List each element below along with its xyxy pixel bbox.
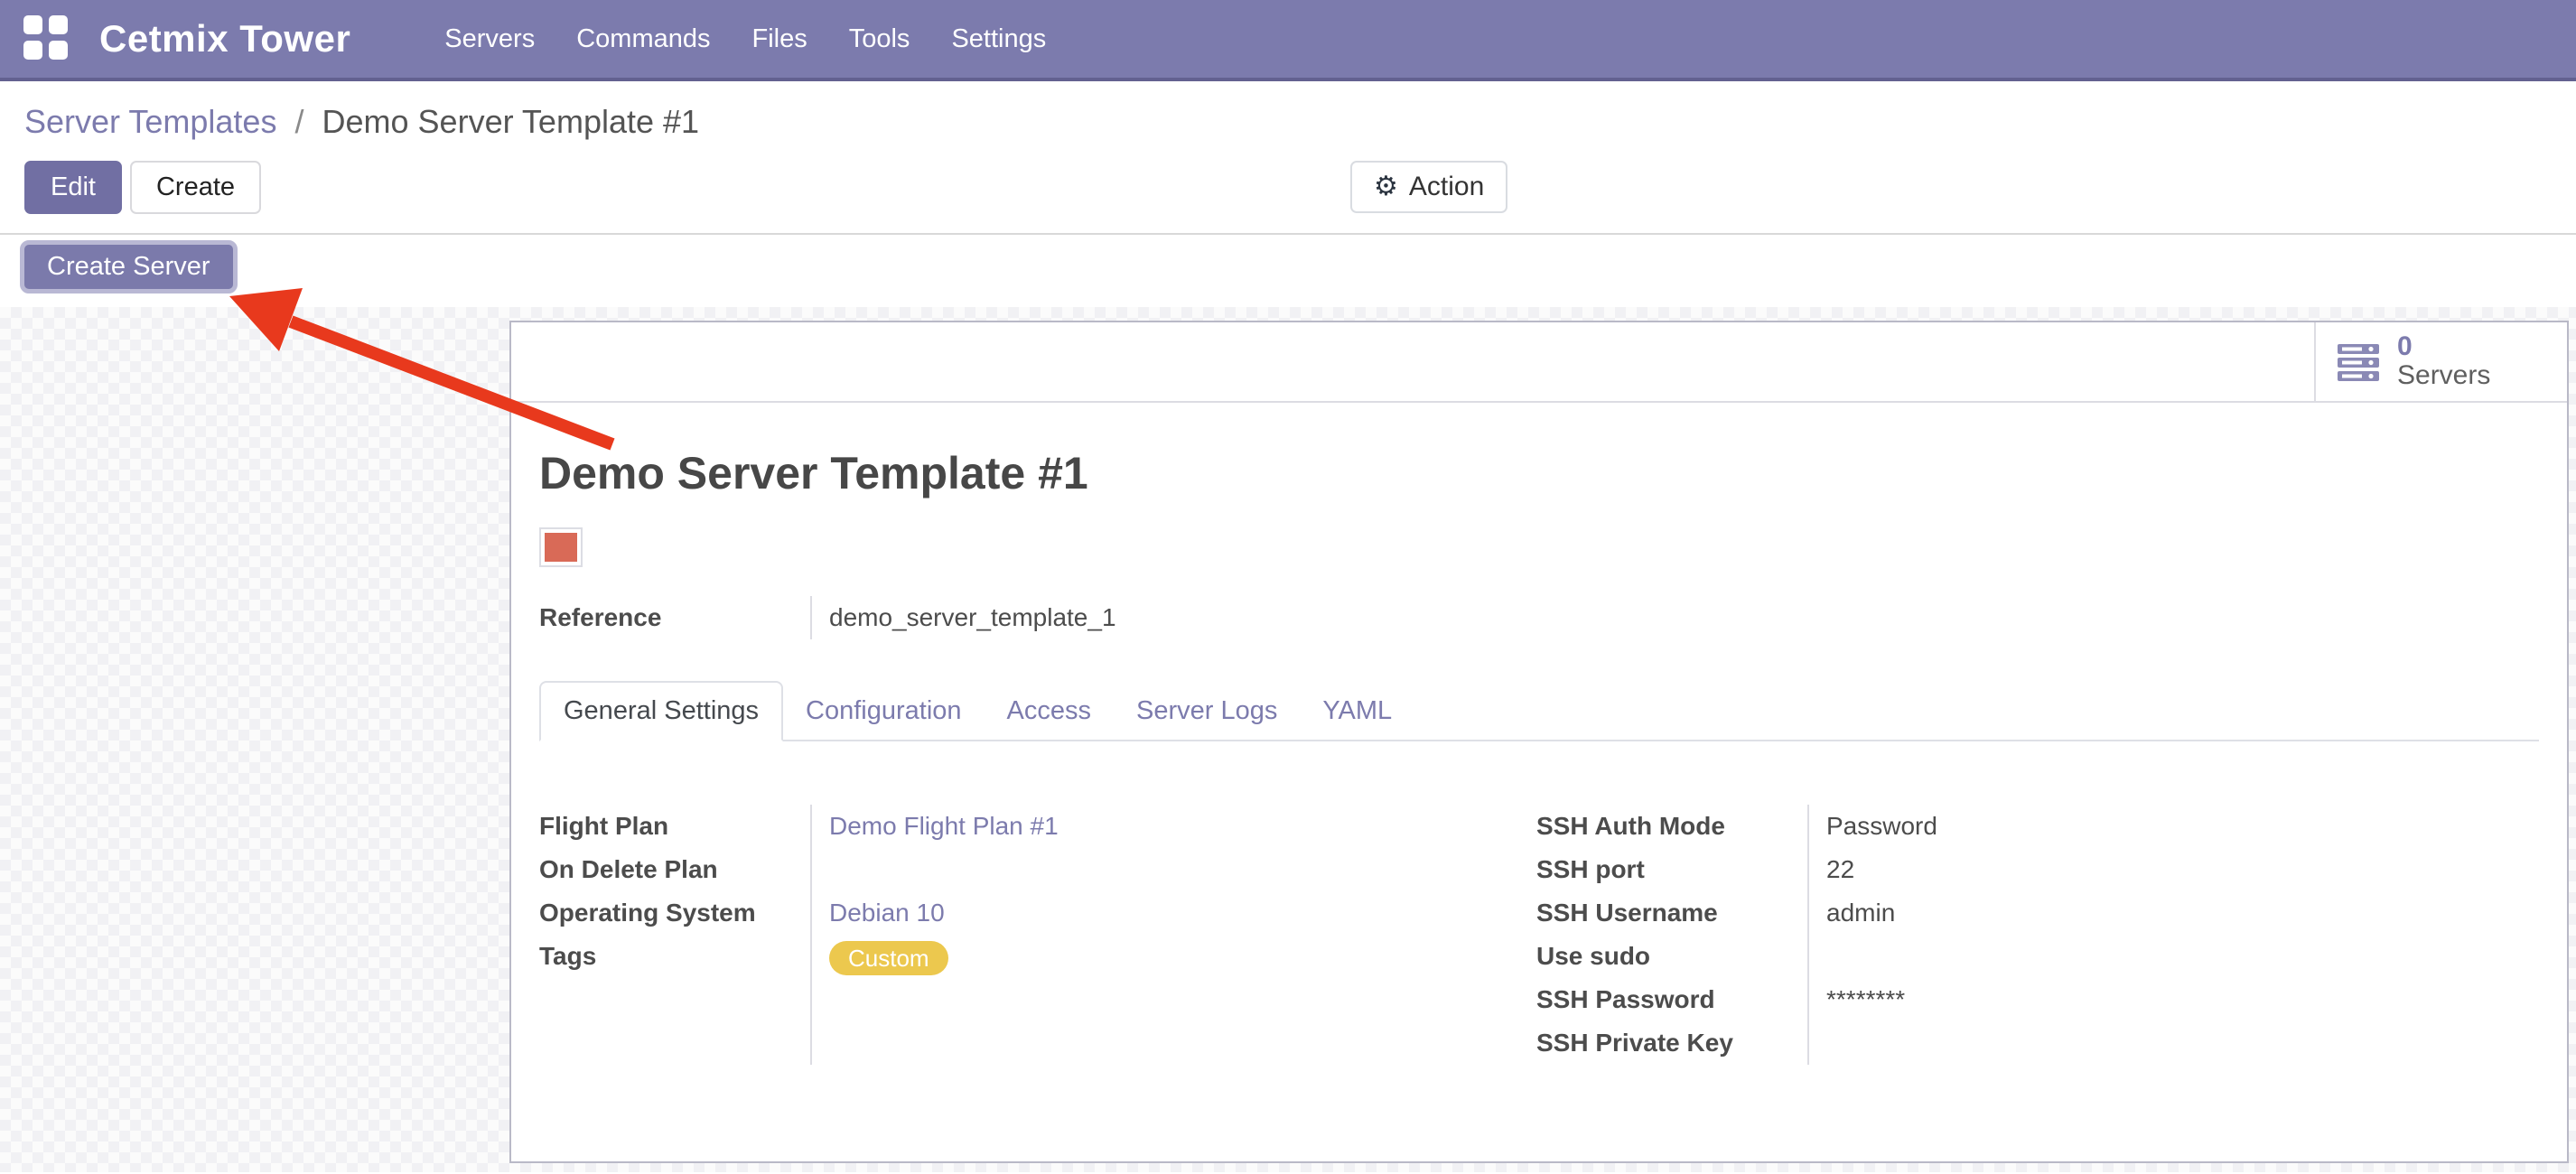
reference-field-row: Reference demo_server_template_1 bbox=[539, 596, 2539, 639]
field-value-ssh-auth-mode: Password bbox=[1809, 805, 2539, 848]
menu-item-settings[interactable]: Settings bbox=[951, 24, 1046, 54]
breadcrumb: Server Templates / Demo Server Template … bbox=[24, 81, 2576, 141]
app-brand[interactable]: Cetmix Tower bbox=[99, 17, 350, 61]
field-label-on-delete-plan: On Delete Plan bbox=[539, 848, 810, 891]
header-button-strip: Create Server bbox=[0, 235, 2576, 307]
field-value-ssh-private-key bbox=[1809, 1021, 2539, 1065]
field-label-ssh-username: SSH Username bbox=[1536, 891, 1807, 935]
field-label-ssh-password: SSH Password bbox=[1536, 978, 1807, 1021]
menu-item-servers[interactable]: Servers bbox=[444, 24, 535, 54]
field-value-use-sudo bbox=[1809, 935, 2539, 978]
tab-yaml[interactable]: YAML bbox=[1300, 683, 1414, 740]
content-area: 0 Servers Demo Server Template #1 Refere… bbox=[0, 307, 2576, 1172]
field-label-flight-plan: Flight Plan bbox=[539, 805, 810, 848]
field-label-ssh-port: SSH port bbox=[1536, 848, 1807, 891]
menu-item-commands[interactable]: Commands bbox=[576, 24, 710, 54]
menu-item-tools[interactable]: Tools bbox=[849, 24, 910, 54]
server-stack-icon bbox=[2336, 340, 2381, 385]
apps-grid-icon[interactable] bbox=[23, 15, 70, 62]
tab-page-general-settings: Flight Plan On Delete Plan Operating Sys… bbox=[539, 805, 2539, 1065]
action-button[interactable]: ⚙ Action bbox=[1350, 161, 1507, 213]
reference-label: Reference bbox=[539, 596, 810, 639]
field-value-on-delete-plan bbox=[812, 848, 1536, 891]
field-label-tags: Tags bbox=[539, 935, 810, 978]
field-value-ssh-username: admin bbox=[1809, 891, 2539, 935]
tab-general-settings[interactable]: General Settings bbox=[539, 681, 783, 741]
field-group-left: Flight Plan On Delete Plan Operating Sys… bbox=[539, 805, 1536, 1065]
create-button[interactable]: Create bbox=[130, 161, 261, 214]
menu-item-files[interactable]: Files bbox=[752, 24, 807, 54]
tab-bar: General Settings Configuration Access Se… bbox=[539, 681, 2539, 741]
field-label-use-sudo: Use sudo bbox=[1536, 935, 1807, 978]
control-panel: Server Templates / Demo Server Template … bbox=[0, 81, 2576, 235]
breadcrumb-current: Demo Server Template #1 bbox=[322, 103, 700, 140]
create-server-button[interactable]: Create Server bbox=[20, 240, 238, 294]
tab-server-logs[interactable]: Server Logs bbox=[1114, 683, 1300, 740]
field-value-ssh-password: ******** bbox=[1809, 978, 2539, 1021]
gear-icon: ⚙ bbox=[1374, 173, 1398, 200]
field-value-operating-system[interactable]: Debian 10 bbox=[829, 899, 945, 927]
field-label-operating-system: Operating System bbox=[539, 891, 810, 935]
top-navbar: Cetmix Tower Servers Commands Files Tool… bbox=[0, 0, 2576, 81]
notebook: General Settings Configuration Access Se… bbox=[539, 681, 2539, 1065]
control-panel-buttons: Edit Create bbox=[24, 161, 2576, 214]
tab-configuration[interactable]: Configuration bbox=[783, 683, 985, 740]
stat-button-row: 0 Servers bbox=[511, 322, 2567, 403]
field-value-ssh-port: 22 bbox=[1809, 848, 2539, 891]
stat-value: 0 bbox=[2397, 333, 2490, 360]
field-value-flight-plan[interactable]: Demo Flight Plan #1 bbox=[829, 812, 1059, 840]
form-sheet: 0 Servers Demo Server Template #1 Refere… bbox=[509, 321, 2569, 1163]
tag-custom: Custom bbox=[829, 941, 948, 975]
servers-stat-button[interactable]: 0 Servers bbox=[2314, 322, 2567, 401]
sheet-body: Demo Server Template #1 Reference demo_s… bbox=[511, 448, 2567, 1065]
reference-value: demo_server_template_1 bbox=[810, 596, 1116, 639]
breadcrumb-separator: / bbox=[294, 103, 303, 140]
action-button-label: Action bbox=[1409, 172, 1484, 202]
record-title: Demo Server Template #1 bbox=[539, 448, 2539, 498]
edit-button[interactable]: Edit bbox=[24, 161, 122, 214]
field-group-right: SSH Auth Mode SSH port SSH Username Use … bbox=[1536, 805, 2539, 1065]
tab-access[interactable]: Access bbox=[985, 683, 1114, 740]
color-swatch-inner bbox=[545, 533, 577, 562]
field-label-ssh-private-key: SSH Private Key bbox=[1536, 1021, 1807, 1065]
field-label-ssh-auth-mode: SSH Auth Mode bbox=[1536, 805, 1807, 848]
stat-label: Servers bbox=[2397, 360, 2490, 391]
breadcrumb-parent-link[interactable]: Server Templates bbox=[24, 103, 276, 140]
color-swatch bbox=[539, 527, 583, 567]
main-menu: Servers Commands Files Tools Settings bbox=[444, 24, 1046, 54]
